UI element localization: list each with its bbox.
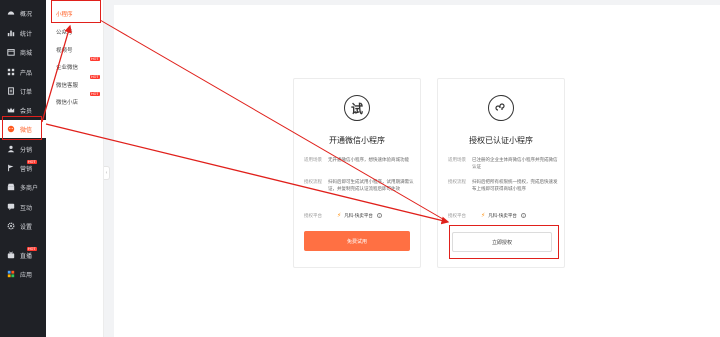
flag-icon [7,164,15,172]
subnav-item-wecom[interactable]: 企业微信 [56,63,78,71]
platform-name: 凡科-快卖平台 [488,213,517,219]
sidebar-item-products[interactable]: 产品 [0,63,46,81]
row-value: 已注册的企业主体商微信小程序并完成微信认证 [472,158,558,170]
sidebar-item-stats[interactable]: 统计 [0,24,46,42]
sidebar-item-label: 商城 [20,49,33,57]
main-sidebar: 概况 统计 商城 产品 订单 会员 微信 分销 营销 HOT 多商户 互动 设置… [0,0,46,337]
order-icon [7,87,15,95]
sidebar-item-multi-merchant[interactable]: 多商户 [0,178,46,196]
crown-icon [7,106,15,114]
sidebar-item-label: 订单 [20,88,33,96]
annotation-highlight-wechat [2,116,42,140]
card-row-process: 授权流程 扫码后把所有权限统一授权，完成后快速发布上线即可获得商城小程序 [448,179,558,193]
hot-badge: HOT [90,75,100,79]
platform-label: 授权平台 [448,213,466,219]
subnav-item-channels[interactable]: 视频号 [56,46,73,54]
auth-platform: 授权平台 ⚡ 凡科-快卖平台 i [304,212,382,219]
hot-badge: HOT [27,247,37,251]
lightning-icon: ⚡ [481,212,486,219]
sidebar-item-label: 多商户 [20,184,39,192]
sidebar-item-distribution[interactable]: 分销 [0,140,46,158]
sidebar-item-interaction[interactable]: 互动 [0,198,46,216]
row-value: 无开通微信小程序，想快速体验商城功能 [328,158,409,163]
card-row-scenario: 适用场景 已注册的企业主体商微信小程序并完成微信认证 [448,157,558,171]
subnav-item-wechat-service[interactable]: 微信客服 [56,81,78,89]
dashboard-icon [7,9,15,17]
sidebar-item-label: 直播 [20,252,33,260]
chevron-left-icon: ‹ [105,170,108,176]
sidebar-item-label: 应用 [20,271,33,279]
sidebar-item-label: 互动 [20,204,33,212]
gear-icon [7,222,15,230]
collapse-subnav-button[interactable]: ‹ [104,166,110,180]
hot-badge: HOT [90,92,100,96]
trial-miniprogram-card: 试 开通微信小程序 适用场景 无开通微信小程序，想快速体验商城功能 授权流程 扫… [293,78,421,268]
hot-badge: HOT [27,160,37,164]
sidebar-item-orders[interactable]: 订单 [0,82,46,100]
card-title: 开通微信小程序 [329,136,385,145]
lightning-icon: ⚡ [337,212,342,219]
info-icon[interactable]: i [376,213,382,218]
platform-name: 凡科-快卖平台 [344,213,373,219]
sidebar-item-label: 营销 [20,165,33,173]
card-row-scenario: 适用场景 无开通微信小程序，想快速体验商城功能 [304,157,414,164]
grid-icon [7,68,15,76]
store-icon [7,183,15,191]
chat-icon [7,203,15,211]
wechat-subnav: 小程序 公众号 视频号 企业微信 HOT 微信客服 HOT 微信小店 HOT [46,0,104,337]
auth-platform: 授权平台 ⚡ 凡科-快卖平台 i [448,212,526,219]
row-key: 适用场景 [304,158,322,163]
sidebar-item-marketing[interactable]: 营销 HOT [0,159,46,177]
sidebar-item-label: 产品 [20,69,33,77]
sidebar-item-label: 会员 [20,107,33,115]
sidebar-item-live[interactable]: 直播 HOT [0,246,46,264]
shop-icon [7,48,15,56]
row-key: 授权流程 [448,180,466,185]
trial-logo-icon: 试 [344,95,370,121]
subnav-item-wechat-store[interactable]: 微信小店 [56,98,78,106]
live-icon [7,251,15,259]
sidebar-item-label: 设置 [20,223,33,231]
sidebar-item-label: 概况 [20,10,33,18]
apps-icon [7,270,15,278]
info-icon[interactable]: i [520,213,526,218]
row-value: 扫码后把所有权限统一授权，完成后快速发布上线即可获得商城小程序 [472,180,558,192]
miniprogram-logo-icon [488,95,514,121]
sidebar-item-label: 分销 [20,146,33,154]
hot-badge: HOT [90,57,100,61]
row-key: 适用场景 [448,158,466,163]
sidebar-item-shop[interactable]: 商城 [0,43,46,61]
row-value: 扫码后即可生成试用小程序，试用期满需认证，并复制完成认证流程后即可生效 [328,180,414,192]
sidebar-item-overview[interactable]: 概况 [0,4,46,22]
row-key: 授权流程 [304,180,322,185]
annotation-highlight-miniprogram [51,0,101,23]
sidebar-item-apps[interactable]: 应用 [0,265,46,283]
stats-icon [7,29,15,37]
sidebar-item-label: 统计 [20,30,33,38]
annotation-highlight-authorize [449,225,559,259]
card-row-process: 授权流程 扫码后即可生成试用小程序，试用期满需认证，并复制完成认证流程后即可生效 [304,179,414,193]
card-title: 授权已认证小程序 [469,136,533,145]
people-icon [7,145,15,153]
sidebar-item-settings[interactable]: 设置 [0,217,46,235]
subnav-item-official-account[interactable]: 公众号 [56,28,73,36]
platform-label: 授权平台 [304,213,322,219]
free-trial-button[interactable]: 免费试用 [304,231,410,251]
